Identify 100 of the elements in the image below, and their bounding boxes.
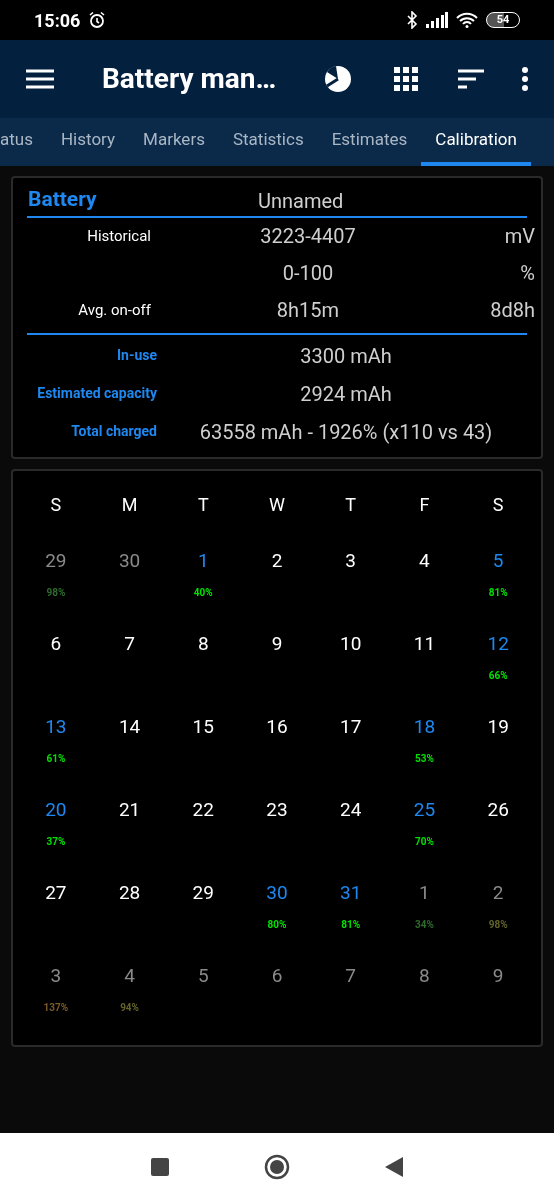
- day-number: 19: [487, 713, 509, 740]
- calendar-day[interactable]: 16: [240, 712, 314, 796]
- capacity-label: In-use: [115, 346, 157, 365]
- calendar-day[interactable]: 3 137%: [19, 961, 93, 1045]
- day-number: 29: [192, 879, 214, 906]
- calendar-day[interactable]: 5: [166, 961, 241, 1045]
- capacity-value: 2924 mAh: [299, 380, 393, 408]
- day-number: 26: [487, 796, 509, 823]
- back-icon[interactable]: [385, 1156, 403, 1177]
- grid-icon[interactable]: [394, 67, 418, 91]
- row-unit: mV: [503, 223, 535, 250]
- recent-apps-icon[interactable]: [151, 1157, 169, 1176]
- day-number: 18: [413, 713, 436, 740]
- more-icon[interactable]: [522, 67, 528, 91]
- calendar-day[interactable]: 22: [166, 795, 241, 879]
- sort-icon[interactable]: [458, 69, 484, 89]
- day-number: 4: [419, 547, 430, 574]
- calendar-day[interactable]: 18 53%: [387, 712, 462, 796]
- menu-icon[interactable]: [26, 69, 54, 89]
- wifi-icon: [456, 12, 478, 28]
- calendar-day[interactable]: 1 40%: [166, 546, 241, 630]
- calendar-day[interactable]: 12 66%: [461, 629, 535, 713]
- calendar-day[interactable]: 6: [19, 629, 93, 713]
- day-number: 15: [192, 713, 214, 740]
- calendar-day[interactable]: 20 37%: [19, 795, 93, 879]
- tab[interactable]: Calibration: [421, 118, 531, 166]
- calendar-day[interactable]: 28: [92, 878, 167, 962]
- calendar-day[interactable]: 27: [19, 878, 93, 962]
- calendar-day[interactable]: 23: [240, 795, 314, 879]
- calendar-day[interactable]: 1 34%: [387, 878, 462, 962]
- card-heading: Battery: [28, 186, 98, 213]
- calendar-day[interactable]: 26: [461, 795, 535, 879]
- weekday-label: M: [120, 492, 139, 517]
- calendar-day[interactable]: 21: [92, 795, 167, 879]
- calendar-day[interactable]: 2 98%: [461, 878, 535, 962]
- calendar-day[interactable]: 7: [92, 629, 167, 713]
- calendar-day[interactable]: 30: [92, 546, 167, 630]
- tab[interactable]: Markers: [129, 118, 219, 166]
- day-number: 1: [197, 547, 209, 574]
- day-number: 4: [124, 962, 135, 989]
- calendar-day[interactable]: 10: [313, 629, 388, 713]
- row-label: Historical: [86, 225, 151, 247]
- pie-chart-icon[interactable]: [324, 65, 352, 93]
- day-number: 17: [340, 713, 362, 740]
- calendar-day[interactable]: 30 80%: [240, 878, 314, 962]
- calendar-day[interactable]: 9: [240, 629, 314, 713]
- day-number: 14: [118, 713, 141, 740]
- calendar-day[interactable]: 29 98%: [19, 546, 93, 630]
- day-number: 3: [50, 962, 62, 989]
- row-unit: %: [519, 260, 535, 287]
- day-number: 21: [118, 796, 141, 823]
- calendar-day[interactable]: 8: [387, 961, 462, 1045]
- charge-percent: 81%: [341, 918, 361, 932]
- calendar-day[interactable]: 8: [166, 629, 241, 713]
- calendar-day[interactable]: 7: [313, 961, 388, 1045]
- day-number: 9: [271, 630, 283, 657]
- home-icon[interactable]: [264, 1153, 290, 1180]
- day-number: 10: [340, 630, 362, 657]
- day-number: 24: [340, 796, 362, 823]
- calendar-day[interactable]: 25 70%: [387, 795, 462, 879]
- calendar-day[interactable]: 14: [92, 712, 167, 796]
- calendar-day[interactable]: 4 94%: [92, 961, 167, 1045]
- calendar-day[interactable]: 13 61%: [19, 712, 93, 796]
- calendar-day[interactable]: 31 81%: [313, 878, 388, 962]
- day-number: 20: [45, 796, 67, 823]
- day-number: 29: [45, 547, 67, 574]
- day-number: 11: [413, 630, 436, 657]
- calendar-day[interactable]: 3: [313, 546, 388, 630]
- charge-percent: 81%: [488, 586, 508, 600]
- charge-percent: 34%: [415, 918, 434, 932]
- status-time: 15:06: [34, 8, 81, 33]
- day-number: 6: [50, 630, 62, 657]
- day-number: 25: [413, 796, 436, 823]
- calendar-day[interactable]: 5 81%: [461, 546, 535, 630]
- calendar-day[interactable]: 6: [240, 961, 314, 1045]
- tab[interactable]: Statistics: [218, 118, 318, 166]
- weekday-label: S: [491, 492, 505, 517]
- calendar-day[interactable]: 17: [313, 712, 388, 796]
- calendar-day[interactable]: 19: [461, 712, 535, 796]
- row-value: 3223-4407: [259, 223, 357, 250]
- charge-percent: 37%: [46, 835, 66, 849]
- calendar-day[interactable]: 9: [461, 961, 535, 1045]
- tab[interactable]: History: [46, 118, 130, 166]
- charge-percent: 94%: [120, 1001, 139, 1015]
- day-number: 5: [197, 962, 209, 989]
- tab[interactable]: atus: [0, 118, 47, 166]
- calendar-day[interactable]: 29: [166, 878, 241, 962]
- capacity-label: Total charged: [70, 422, 157, 441]
- calendar-day[interactable]: 2: [240, 546, 314, 630]
- calendar-day[interactable]: 4: [387, 546, 462, 630]
- calendar-day[interactable]: 11: [387, 629, 462, 713]
- calendar-day[interactable]: 15: [166, 712, 241, 796]
- day-number: 30: [266, 879, 288, 906]
- tab[interactable]: Estimates: [317, 118, 422, 166]
- charge-percent: 53%: [415, 752, 434, 766]
- day-number: 8: [197, 630, 209, 657]
- capacity-value: 3300 mAh: [299, 342, 393, 370]
- calendar-day[interactable]: 24: [313, 795, 388, 879]
- day-number: 8: [419, 962, 430, 989]
- day-number: 13: [45, 713, 67, 740]
